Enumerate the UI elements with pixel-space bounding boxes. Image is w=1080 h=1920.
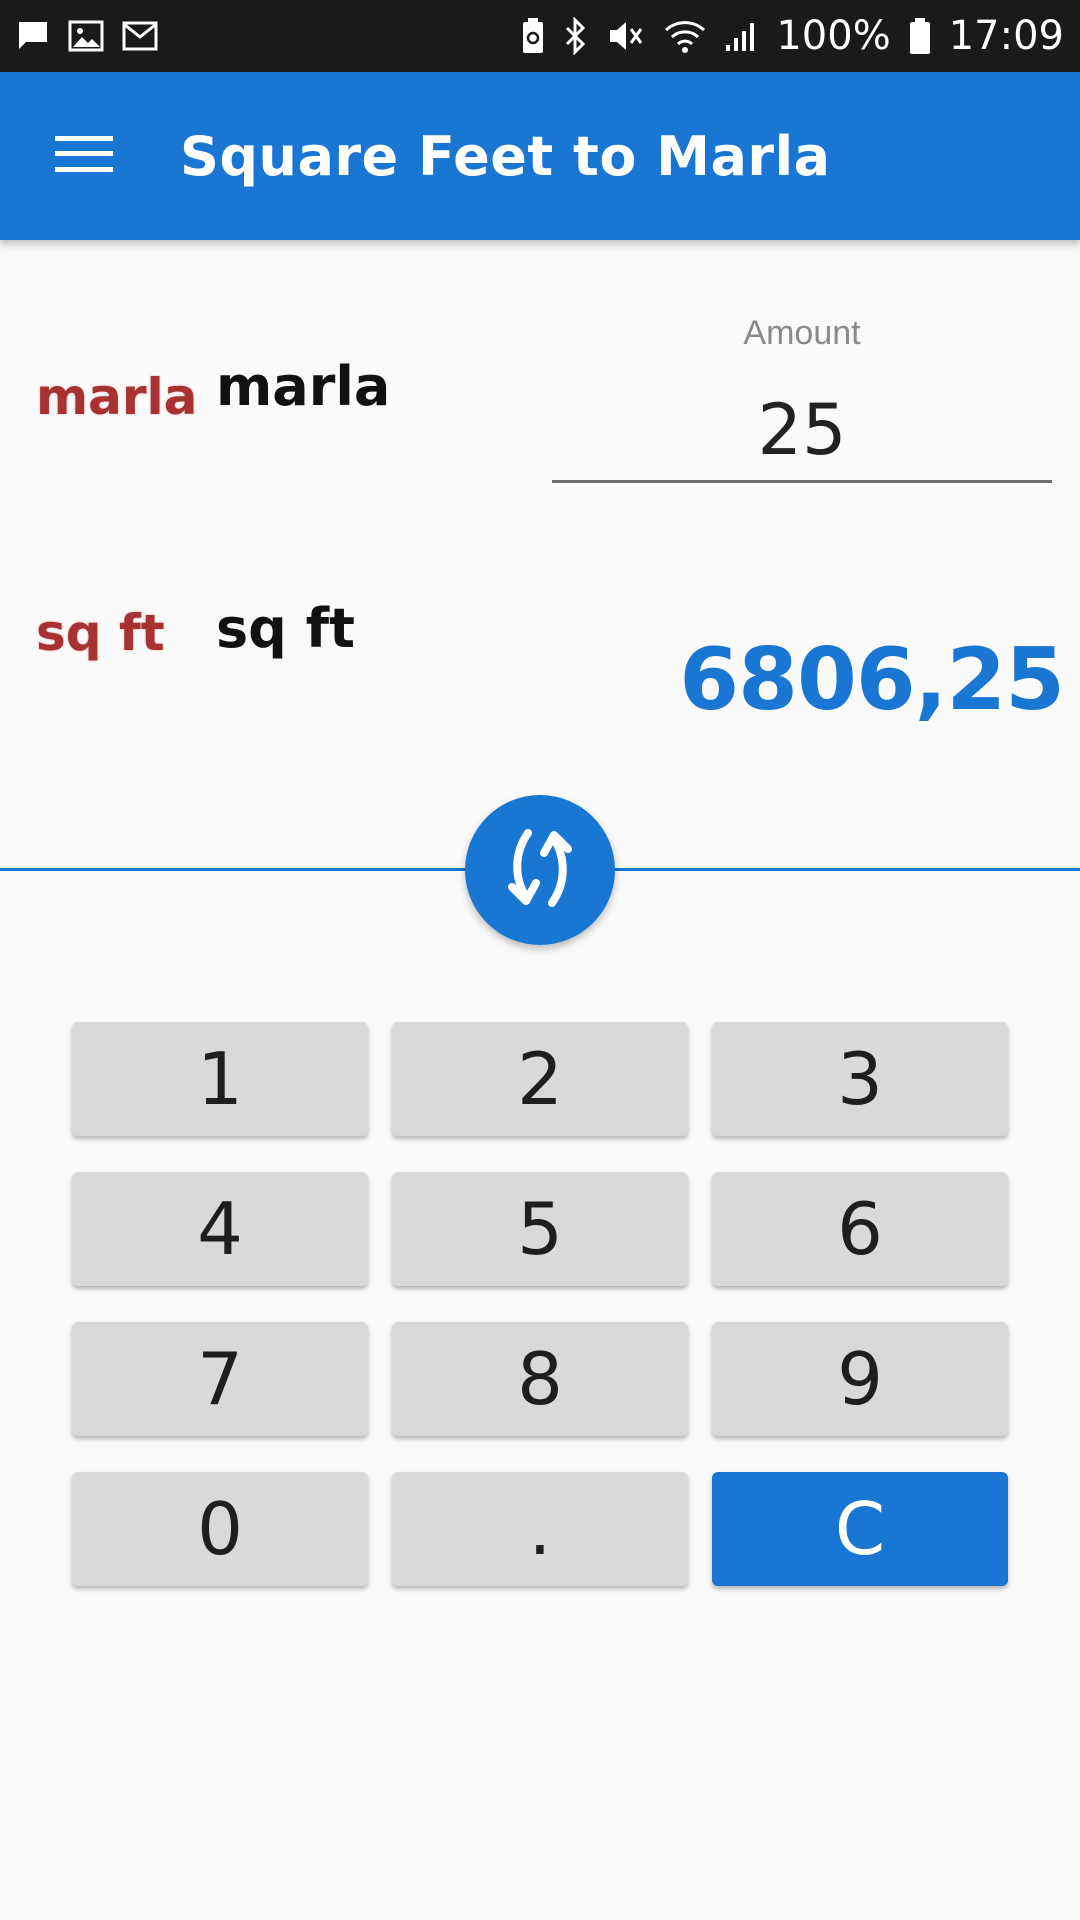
hamburger-menu-icon [55, 134, 113, 179]
menu-button[interactable] [24, 96, 144, 216]
from-unit-logo: marla [36, 368, 198, 426]
amount-label: Amount [743, 314, 861, 352]
clear-button[interactable]: C [712, 1472, 1008, 1586]
message-icon [16, 19, 50, 53]
wifi-icon [664, 18, 706, 54]
key-4[interactable]: 4 [72, 1172, 368, 1286]
key-8[interactable]: 8 [392, 1322, 688, 1436]
battery-icon [909, 17, 931, 55]
signal-icon [724, 19, 758, 53]
key-decimal[interactable]: . [392, 1472, 688, 1586]
amount-input[interactable] [552, 380, 1052, 483]
keypad: 1 2 3 4 5 6 7 8 9 0 . C [72, 1022, 1008, 1586]
from-unit-name: marla [216, 355, 391, 418]
to-unit-name: sq ft [216, 597, 355, 660]
key-5[interactable]: 5 [392, 1172, 688, 1286]
to-unit-logo: sq ft [36, 604, 165, 662]
status-bar-right: 100% 17:09 [520, 13, 1064, 59]
key-7[interactable]: 7 [72, 1322, 368, 1436]
key-2[interactable]: 2 [392, 1022, 688, 1136]
bluetooth-icon [564, 17, 588, 55]
battery-saver-icon [520, 17, 546, 55]
image-icon [68, 19, 104, 53]
vibrate-mute-icon [606, 17, 646, 55]
page-title: Square Feet to Marla [180, 124, 831, 188]
gmail-icon [122, 21, 158, 51]
status-bar: 100% 17:09 [0, 0, 1080, 72]
swap-arrows-icon [500, 823, 580, 918]
key-6[interactable]: 6 [712, 1172, 1008, 1286]
status-bar-left [16, 19, 158, 53]
battery-percentage: 100% [776, 13, 891, 59]
clock: 17:09 [948, 13, 1064, 59]
swap-button[interactable] [465, 795, 615, 945]
key-1[interactable]: 1 [72, 1022, 368, 1136]
key-0[interactable]: 0 [72, 1472, 368, 1586]
key-9[interactable]: 9 [712, 1322, 1008, 1436]
key-3[interactable]: 3 [712, 1022, 1008, 1136]
app-bar: Square Feet to Marla [0, 72, 1080, 240]
result-value: 6806,25 [679, 630, 1065, 730]
